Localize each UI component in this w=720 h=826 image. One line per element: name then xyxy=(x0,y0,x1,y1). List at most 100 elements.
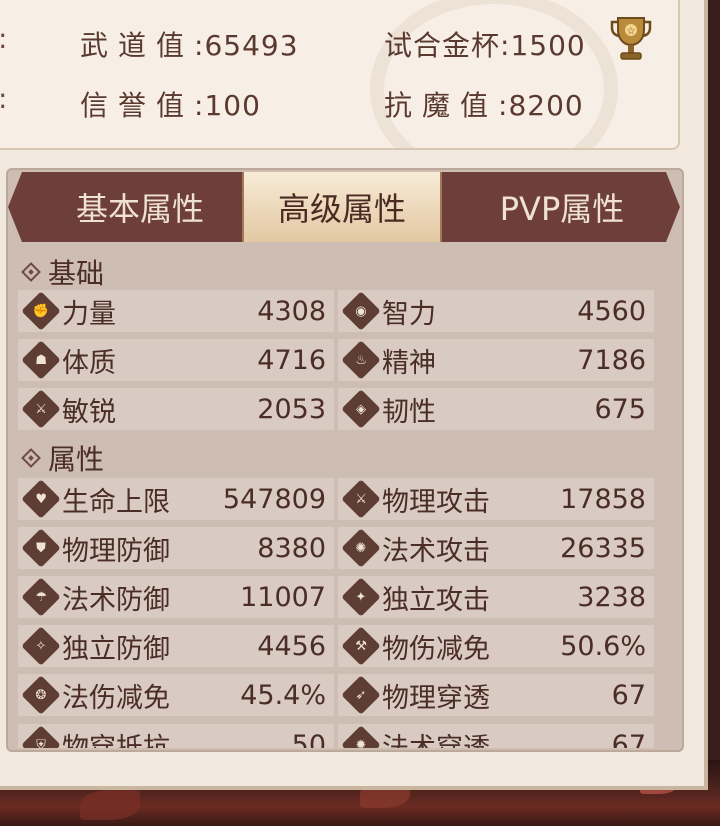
stat-row-independent-attack: ✦ 独立攻击 3238 xyxy=(338,576,654,618)
kangmo-stat: 抗魔值:8200 xyxy=(384,89,584,122)
cup-value: 1500 xyxy=(510,29,586,62)
sword-icon: ⚔ xyxy=(341,479,381,519)
stat-value: 17858 xyxy=(560,483,646,515)
watermark-pattern xyxy=(370,0,618,148)
stat-label: 物伤减免 xyxy=(382,633,490,665)
stat-value: 50 xyxy=(291,729,326,749)
stat-value: 45.4% xyxy=(240,679,326,711)
stat-value: 3238 xyxy=(577,581,646,613)
stat-value: 2053 xyxy=(257,393,326,425)
stat-row-physical-reduction: ⚒ 物伤减免 50.6% xyxy=(338,625,654,667)
stat-row-physical-defense: ⛊ 物理防御 8380 xyxy=(18,527,334,569)
stat-label: 独立防御 xyxy=(62,633,170,665)
stat-value: 50.6% xyxy=(560,630,646,662)
stat-value: 675 xyxy=(594,393,646,425)
tab-advanced-attributes[interactable]: 高级属性 xyxy=(242,172,442,242)
shuriken-shield-icon: ✧ xyxy=(21,626,61,666)
section-attributes-header: 属性 xyxy=(21,438,105,478)
stat-label: 独立攻击 xyxy=(382,584,490,616)
stat-value: 8380 xyxy=(257,532,326,564)
body-icon: ☗ xyxy=(21,340,61,380)
summary-box: : : 武道值:65493 试合金杯:1500 ☆ 信誉值:100 抗魔值:82… xyxy=(0,0,680,150)
stat-row-strength: ✊ 力量 4308 xyxy=(18,290,334,332)
stat-value: 7186 xyxy=(577,344,646,376)
shuriken-icon: ✦ xyxy=(341,577,381,617)
stat-label: 法术穿透 xyxy=(382,732,490,749)
stat-label: 精神 xyxy=(382,347,436,379)
stat-value: 67 xyxy=(611,679,646,711)
stat-value: 547809 xyxy=(222,483,326,515)
stat-label: 法术攻击 xyxy=(382,535,490,567)
fist-icon: ✊ xyxy=(21,291,61,331)
tab-pvp-attributes[interactable]: PVP属性 xyxy=(452,172,672,242)
stat-value: 11007 xyxy=(240,581,326,613)
pierce-icon: ➶ xyxy=(341,675,381,715)
cut-off-glyph: : xyxy=(0,22,7,55)
stat-value: 4456 xyxy=(257,630,326,662)
wudao-stat: 武道值:65493 xyxy=(80,29,299,62)
stat-row-independent-defense: ✧ 独立防御 4456 xyxy=(18,625,334,667)
xinyu-stat: 信誉值:100 xyxy=(80,89,261,122)
section-basic-title: 基础 xyxy=(48,257,105,290)
stat-row-toughness: ◈ 韧性 675 xyxy=(338,388,654,430)
stat-label: 韧性 xyxy=(382,396,436,428)
stat-row-spirit: ♨ 精神 7186 xyxy=(338,339,654,381)
stat-label: 体质 xyxy=(62,347,116,379)
pierce-resist-icon: ⛨ xyxy=(21,725,61,748)
toughness-icon: ◈ xyxy=(341,389,381,429)
blade-icon: ⚔ xyxy=(21,389,61,429)
magic-attack-icon: ✺ xyxy=(341,528,381,568)
stat-row-pierce-resist: ⛨ 物穿抵抗 50 xyxy=(18,724,334,748)
stat-row-physical-pierce: ➶ 物理穿透 67 xyxy=(338,674,654,716)
stat-label: 法伤减免 xyxy=(62,682,170,714)
kangmo-value: 8200 xyxy=(508,89,584,122)
stat-value: 67 xyxy=(611,729,646,749)
stat-row-magic-pierce: ✹ 法术穿透 67 xyxy=(338,724,654,748)
shield-icon: ⛊ xyxy=(21,528,61,568)
physical-reduction-icon: ⚒ xyxy=(341,626,381,666)
magic-pierce-icon: ✹ xyxy=(341,725,381,748)
stat-label: 物穿抵抗 xyxy=(62,732,170,749)
stat-row-max-hp: ♥ 生命上限 547809 xyxy=(18,478,334,520)
cup-stat: 试合金杯:1500 xyxy=(384,29,586,62)
tab-basic-attributes[interactable]: 基本属性 xyxy=(40,172,240,242)
section-attributes-title: 属性 xyxy=(48,443,105,476)
stat-label: 生命上限 xyxy=(62,486,170,518)
stat-row-magic-reduction: ❂ 法伤减免 45.4% xyxy=(18,674,334,716)
heart-icon: ♥ xyxy=(21,479,61,519)
cut-off-glyph: : xyxy=(0,82,7,115)
wudao-value: 65493 xyxy=(204,29,299,62)
kangmo-label: 抗魔值 xyxy=(384,89,499,122)
stat-row-magic-defense: ☂ 法术防御 11007 xyxy=(18,576,334,618)
stat-row-physical-attack: ⚔ 物理攻击 17858 xyxy=(338,478,654,520)
stat-label: 敏锐 xyxy=(62,396,116,428)
xinyu-value: 100 xyxy=(204,89,261,122)
stat-row-constitution: ☗ 体质 4716 xyxy=(18,339,334,381)
magic-reduction-icon: ❂ xyxy=(21,675,61,715)
stat-value: 4308 xyxy=(257,295,326,327)
stat-label: 物理攻击 xyxy=(382,486,490,518)
stat-value: 26335 xyxy=(560,532,646,564)
stat-label: 物理穿透 xyxy=(382,682,490,714)
svg-text:☆: ☆ xyxy=(627,26,636,37)
stat-row-magic-attack: ✺ 法术攻击 26335 xyxy=(338,527,654,569)
xinyu-label: 信誉值 xyxy=(80,89,195,122)
wudao-label: 武道值 xyxy=(80,29,195,62)
stat-label: 法术防御 xyxy=(62,584,170,616)
stat-row-agility: ⚔ 敏锐 2053 xyxy=(18,388,334,430)
stat-value: 4560 xyxy=(577,295,646,327)
stat-row-intelligence: ◉ 智力 4560 xyxy=(338,290,654,332)
stat-label: 物理防御 xyxy=(62,535,170,567)
magic-defense-icon: ☂ xyxy=(21,577,61,617)
brain-icon: ◉ xyxy=(341,291,381,331)
section-basic-header: 基础 xyxy=(21,252,105,292)
stat-value: 4716 xyxy=(257,344,326,376)
stat-label: 力量 xyxy=(62,298,116,330)
spirit-icon: ♨ xyxy=(341,340,381,380)
trophy-icon: ☆ xyxy=(610,17,652,60)
diamond-icon xyxy=(21,262,41,282)
stat-label: 智力 xyxy=(382,298,436,330)
cup-label: 试合金杯 xyxy=(384,29,501,62)
scroll-clip: ⛨ 物穿抵抗 50 ✹ 法术穿透 67 xyxy=(18,724,654,748)
diamond-icon xyxy=(21,448,41,468)
